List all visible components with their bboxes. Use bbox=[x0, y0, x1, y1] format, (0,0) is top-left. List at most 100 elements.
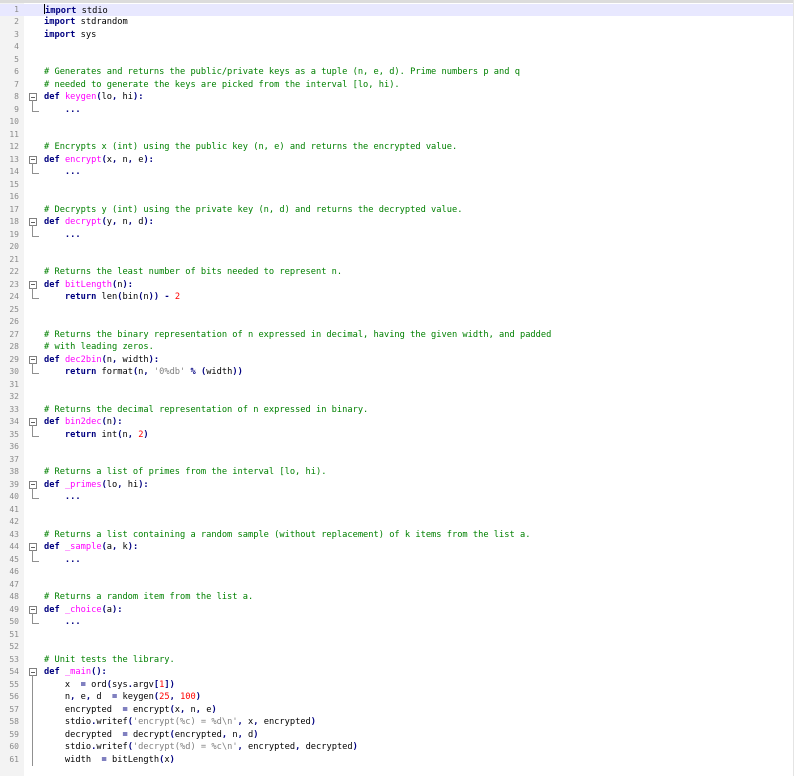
code-line[interactable]: 21 bbox=[0, 254, 793, 267]
code-line[interactable]: 57 encrypted = encrypt(x, n, e) bbox=[0, 703, 793, 716]
code-token: , bbox=[237, 729, 243, 740]
fold-toggle-icon[interactable] bbox=[28, 604, 38, 616]
code-line[interactable]: 24 return len(bin(n)) - 2 bbox=[0, 291, 793, 304]
code-line[interactable]: 52 bbox=[0, 641, 793, 654]
code-line[interactable]: 30 return format(n, '0%db' % (width)) bbox=[0, 366, 793, 379]
code-line[interactable]: 1 import stdio bbox=[0, 3, 793, 16]
code-line[interactable]: 26 bbox=[0, 316, 793, 329]
code-line[interactable]: 31 bbox=[0, 379, 793, 392]
code-token: _sample bbox=[64, 542, 102, 552]
code-line[interactable]: 3 import sys bbox=[0, 29, 793, 42]
code-line[interactable]: 38 # Returns a list of primes from the in… bbox=[0, 466, 793, 479]
code-line[interactable]: 13 def encrypt(x, n, e): bbox=[0, 154, 793, 166]
code-line[interactable]: 32 bbox=[0, 391, 793, 404]
code-line[interactable]: 41 bbox=[0, 504, 793, 517]
code-text: return format(n, '0%db' % (width)) bbox=[44, 366, 243, 379]
fold-toggle-icon[interactable] bbox=[28, 416, 38, 429]
line-number: 43 bbox=[9, 529, 19, 539]
code-line[interactable]: 6 # Generates and returns the public/priv… bbox=[0, 66, 793, 79]
code-line[interactable]: 37 bbox=[0, 454, 793, 467]
code-line[interactable]: 5 bbox=[0, 54, 793, 67]
code-line[interactable]: 18 def decrypt(y, n, d): bbox=[0, 216, 793, 229]
code-line[interactable]: 36 bbox=[0, 441, 793, 454]
code-token: bin bbox=[122, 292, 139, 302]
fold-toggle-icon[interactable] bbox=[28, 279, 38, 291]
fold-line-icon bbox=[28, 716, 38, 729]
code-line[interactable]: 16 bbox=[0, 191, 793, 204]
code-line[interactable]: 12 # Encrypts x (int) using the public ke… bbox=[0, 141, 793, 154]
code-line[interactable]: 55 x = ord(sys.argv[1]) bbox=[0, 678, 793, 691]
code-token: ) bbox=[352, 742, 358, 752]
code-line[interactable]: 9 ... bbox=[0, 103, 793, 117]
code-line[interactable]: 14 ... bbox=[0, 166, 793, 179]
code-line[interactable]: 11 bbox=[0, 129, 793, 142]
code-line[interactable]: 43 # Returns a list containing a random s… bbox=[0, 529, 793, 542]
code-line[interactable]: 28 # with leading zeros. bbox=[0, 341, 793, 354]
code-line[interactable]: 39 def _primes(lo, hi): bbox=[0, 479, 793, 491]
code-line[interactable]: 25 bbox=[0, 304, 793, 317]
fold-toggle-icon[interactable] bbox=[28, 479, 38, 491]
fold-toggle-icon[interactable] bbox=[28, 354, 38, 366]
code-line[interactable]: 17 # Decrypts y (int) using the private k… bbox=[0, 204, 793, 217]
code-line[interactable]: 27 # Returns the binary representation of… bbox=[0, 329, 793, 342]
fold-toggle-icon[interactable] bbox=[28, 666, 38, 679]
vertical-scrollbar-edge[interactable] bbox=[793, 0, 798, 776]
code-line[interactable]: 59 decrypted = decrypt(encrypted, n, d) bbox=[0, 728, 793, 741]
code-line[interactable]: 61 width = bitLength(x) bbox=[0, 753, 793, 766]
code-token: # Returns a random item from the list a. bbox=[44, 592, 254, 602]
code-line[interactable]: 44 def _sample(a, k): bbox=[0, 541, 793, 554]
code-line[interactable]: 48 # Returns a random item from the list … bbox=[0, 591, 793, 604]
code-token: , bbox=[237, 742, 243, 752]
code-line[interactable]: 60 stdio.writef('decrypt(%d) = %c\n', en… bbox=[0, 741, 793, 754]
code-line[interactable]: 33 # Returns the decimal representation o… bbox=[0, 404, 793, 417]
code-line[interactable]: 23 def bitLength(n): bbox=[0, 279, 793, 291]
code-line[interactable]: 40 ... bbox=[0, 491, 793, 504]
line-number: 61 bbox=[9, 754, 19, 764]
code-line[interactable]: 22 # Returns the least number of bits nee… bbox=[0, 266, 793, 279]
code-line[interactable]: 42 bbox=[0, 516, 793, 529]
code-text: stdio.writef('decrypt(%d) = %c\n', encry… bbox=[44, 741, 358, 754]
code-token: # Returns a list containing a random sam… bbox=[44, 529, 531, 540]
code-line[interactable]: 53 # Unit tests the library. bbox=[0, 654, 793, 667]
code-line[interactable]: 56 n, e, d = keygen(25, 100) bbox=[0, 691, 793, 704]
code-text: # Returns the least number of bits neede… bbox=[44, 266, 342, 279]
code-line[interactable]: 29 def dec2bin(n, width): bbox=[0, 354, 793, 366]
code-line[interactable]: 46 bbox=[0, 566, 793, 579]
code-line[interactable]: 45 ... bbox=[0, 553, 793, 567]
fold-toggle-icon[interactable] bbox=[28, 216, 38, 229]
fold-toggle-icon[interactable] bbox=[28, 91, 38, 104]
code-token: stdrandom bbox=[80, 17, 128, 27]
code-line[interactable]: 35 return int(n, 2) bbox=[0, 428, 793, 442]
code-line[interactable]: 47 bbox=[0, 579, 793, 592]
line-number: 17 bbox=[9, 204, 19, 214]
code-line[interactable]: 2 import stdrandom bbox=[0, 16, 793, 29]
code-line[interactable]: 20 bbox=[0, 241, 793, 254]
code-editor[interactable]: 1 import stdio 2 import stdrandom 3 import sy… bbox=[0, 0, 798, 776]
fold-empty bbox=[28, 391, 38, 404]
code-text: ... bbox=[44, 616, 81, 629]
code-line[interactable]: 8 def keygen(lo, hi): bbox=[0, 91, 793, 104]
code-line[interactable]: 19 ... bbox=[0, 228, 793, 242]
code-token: dec2bin bbox=[64, 354, 102, 365]
code-line[interactable]: 34 def bin2dec(n): bbox=[0, 416, 793, 429]
fold-empty bbox=[28, 179, 38, 192]
line-number: 56 bbox=[9, 692, 19, 701]
code-line[interactable]: 15 bbox=[0, 179, 793, 192]
code-token: ... bbox=[64, 617, 81, 627]
code-line[interactable]: 50 ... bbox=[0, 616, 793, 629]
line-number: 48 bbox=[9, 592, 19, 601]
code-line[interactable]: 58 stdio.writef('encrypt(%c) = %d\n', x,… bbox=[0, 716, 793, 729]
code-line[interactable]: 51 bbox=[0, 629, 793, 642]
line-number: 11 bbox=[9, 129, 19, 139]
fold-toggle-icon[interactable] bbox=[28, 154, 38, 166]
fold-toggle-icon[interactable] bbox=[28, 541, 38, 554]
code-line[interactable]: 7 # needed to generate the keys are picke… bbox=[0, 79, 793, 92]
code-line[interactable]: 49 def _choice(a): bbox=[0, 604, 793, 616]
fold-empty bbox=[28, 516, 38, 529]
code-line[interactable]: 10 bbox=[0, 116, 793, 129]
code-text: def _sample(a, k): bbox=[44, 541, 138, 554]
code-line[interactable]: 4 bbox=[0, 41, 793, 54]
code-line[interactable]: 54 def _main(): bbox=[0, 666, 793, 679]
